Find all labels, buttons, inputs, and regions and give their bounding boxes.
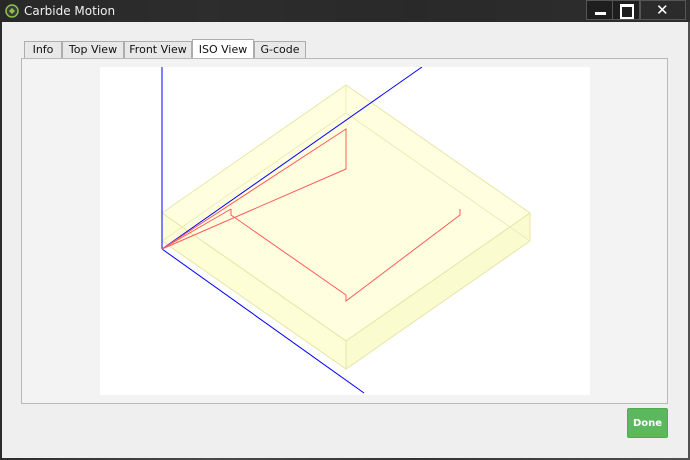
dialog-body: Info Top View Front View ISO View G-code — [2, 22, 688, 458]
title-bar[interactable]: Carbide Motion ✕ — [0, 0, 690, 22]
close-icon: ✕ — [656, 1, 669, 19]
iso-3d-viewport[interactable] — [100, 66, 590, 395]
done-button[interactable]: Done — [627, 408, 668, 438]
tab-info[interactable]: Info — [24, 41, 62, 58]
tab-iso-view[interactable]: ISO View — [192, 39, 254, 59]
carbide-logo-icon — [5, 4, 19, 18]
close-button[interactable]: ✕ — [640, 0, 686, 20]
maximize-button[interactable] — [612, 0, 640, 20]
minimize-button[interactable] — [586, 0, 614, 20]
iso-scene — [161, 66, 531, 394]
window-title: Carbide Motion — [24, 4, 116, 18]
carbide-motion-window: Carbide Motion ✕ Info Top View Front Vie… — [0, 0, 690, 460]
tab-panel-iso-view — [21, 58, 668, 404]
tab-front-view[interactable]: Front View — [124, 41, 192, 58]
tab-top-view[interactable]: Top View — [62, 41, 124, 58]
tab-g-code[interactable]: G-code — [254, 41, 306, 58]
minimize-icon — [595, 12, 606, 15]
maximize-icon — [620, 4, 634, 19]
